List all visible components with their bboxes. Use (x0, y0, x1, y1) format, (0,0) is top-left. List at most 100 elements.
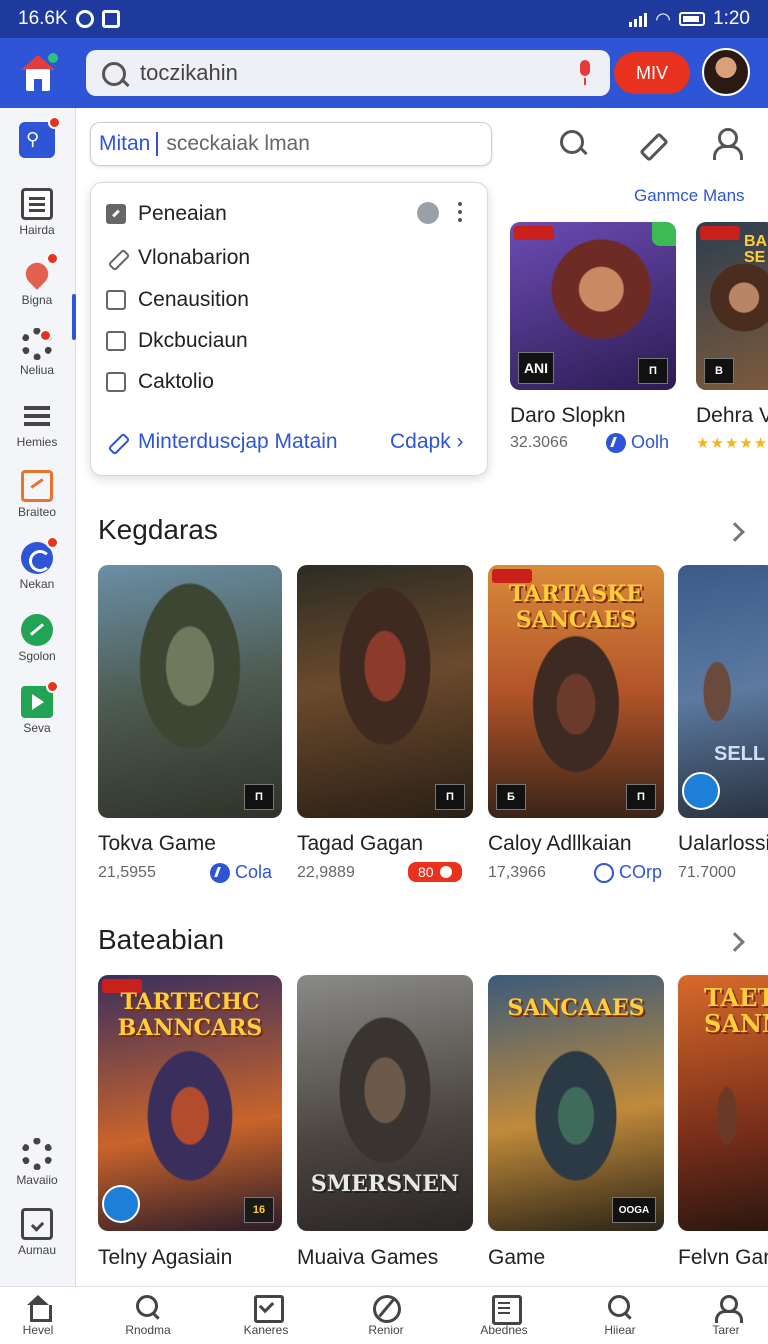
sidebar-item-braiteo[interactable]: Braiteo (0, 470, 74, 519)
card-meta: 22,9889 (297, 864, 355, 881)
rating-logo: Б (496, 784, 526, 810)
nav-item-hiiear[interactable]: Hiiear (580, 1295, 660, 1337)
signal-icon (629, 11, 648, 27)
checkbox-icon[interactable] (106, 331, 126, 351)
bottom-navigation: Hevel Rnodma Kaneres Renior Abednes Hiie… (0, 1286, 768, 1344)
sidebar-item-bigna[interactable]: Bigna (0, 252, 74, 307)
card-title[interactable]: Tokva Game (98, 832, 216, 856)
dropdown-footer-link[interactable]: Minterduscjap Matain (106, 430, 338, 454)
checkbox-icon[interactable] (106, 372, 126, 392)
search-bar[interactable]: toczikahin (86, 50, 610, 96)
dropdown-option[interactable]: Dkcbuciaun (106, 329, 248, 353)
dropdown-globe-icon[interactable] (417, 202, 439, 224)
publisher-badge (514, 226, 554, 240)
nav-item-renior[interactable]: Renior (346, 1295, 426, 1337)
card-title[interactable]: Game (488, 1246, 545, 1270)
card-art-title: TAET SANN (704, 983, 768, 1038)
card-title[interactable]: Muaiva Games (297, 1246, 438, 1270)
featured-card-image[interactable]: BA SE Β (696, 222, 768, 390)
card-meta: 32.3066 (510, 434, 568, 451)
dropdown-option[interactable]: Peneaian (106, 202, 227, 226)
document-icon (21, 188, 53, 220)
nav-item-label: Hiiear (604, 1323, 636, 1337)
sidebar-item-aumau[interactable]: Aumau (0, 1208, 74, 1257)
card-title[interactable]: Daro Slopkn (510, 404, 626, 428)
game-card-image[interactable]: SANCAAES OOGA (488, 975, 664, 1231)
checkbox-checked-icon[interactable] (106, 204, 126, 224)
tag-icon (106, 431, 128, 453)
featured-card-image[interactable]: ANI Π (510, 222, 676, 390)
card-art-title: SELL (714, 743, 766, 765)
home-logo-icon[interactable] (14, 49, 62, 97)
avatar[interactable] (702, 48, 750, 96)
checkbox-icon[interactable] (106, 290, 126, 310)
toolbar-pen-icon[interactable] (634, 128, 664, 158)
sidebar-item-label: Neliua (19, 363, 55, 377)
card-title[interactable]: Caloy Adllkaian (488, 832, 632, 856)
dropdown-more-link[interactable]: Cdapk › (390, 430, 464, 454)
nav-item-rnodma[interactable]: Rnodma (108, 1295, 188, 1337)
game-card-image[interactable]: TARTASKE SANCAES Б Π (488, 565, 664, 818)
card-title[interactable]: Ualarlossi (678, 832, 768, 856)
sidebar-item-sgolon[interactable]: Sgolon (0, 614, 74, 663)
status-time: 1:20 (713, 8, 750, 29)
card-art-title: SMERSNEN (310, 1171, 460, 1197)
list-icon (21, 400, 53, 432)
mic-icon[interactable] (574, 58, 596, 88)
price-badge[interactable]: 80 (408, 862, 462, 882)
game-card-image[interactable]: SMERSNEN (297, 975, 473, 1231)
refresh-icon (21, 536, 59, 574)
tag-icon (106, 248, 126, 268)
card-art-title: BA SE (744, 233, 767, 266)
dropdown-option[interactable]: Cenausition (106, 288, 249, 312)
card-publisher-label: Cola (235, 862, 273, 882)
sidebar-item-nekan[interactable]: Nekan (0, 536, 74, 591)
publisher-icon (606, 432, 626, 453)
card-title[interactable]: Telny Agasiain (98, 1246, 232, 1270)
nav-item-abednes[interactable]: Abednes (464, 1295, 544, 1337)
rating-logo: Π (244, 784, 274, 810)
sidebar-item-link[interactable]: ⚲ (0, 116, 74, 158)
nav-item-tarer[interactable]: Tarer (686, 1295, 766, 1337)
sidebar-item-mavaiio[interactable]: Mavaiio (0, 1138, 74, 1187)
card-title[interactable]: Tagad Gagan (297, 832, 423, 856)
nav-item-label: Kaneres (243, 1323, 289, 1337)
pin-icon (21, 252, 59, 290)
status-left-text: 16.6K (18, 8, 68, 29)
check-icon (252, 1295, 284, 1323)
game-card-image[interactable]: Π (98, 565, 282, 818)
toolbar-user-icon[interactable] (710, 126, 743, 160)
nav-item-kaneres[interactable]: Kaneres (226, 1295, 306, 1337)
nav-item-label: Abednes (480, 1323, 528, 1337)
dropdown-option[interactable]: Caktolio (106, 370, 214, 394)
nav-item-hevel[interactable]: Hevel (0, 1295, 78, 1337)
game-card-image[interactable]: TARTECHC BANNCARS 16 (98, 975, 282, 1231)
toolbar-search-icon[interactable] (558, 128, 588, 158)
sidebar-item-neliua[interactable]: Neliua (0, 328, 74, 377)
dropdown-option[interactable]: Vlonabarion (106, 246, 250, 270)
app-header: toczikahin MIV (0, 38, 768, 108)
game-card-image[interactable]: TAET SANN (678, 975, 768, 1231)
dropdown-option-label: Cenausition (138, 288, 249, 311)
filter-selected-text: Mitan (99, 132, 159, 156)
header-action-button[interactable]: MIV (614, 52, 690, 94)
search-input[interactable]: toczikahin (140, 60, 574, 86)
filter-input[interactable]: Mitan sceckaiak lman (90, 122, 492, 166)
featured-link[interactable]: Ganmce Mans (634, 186, 745, 206)
publisher-round-logo (682, 772, 720, 810)
card-title[interactable]: Felvn Gan (678, 1246, 768, 1270)
card-publisher-tag: Cola (210, 862, 272, 883)
sidebar-item-label: Sgolon (18, 649, 56, 663)
sidebar-item-seva[interactable]: Seva (0, 680, 74, 735)
game-card-image[interactable]: Π (297, 565, 473, 818)
sidebar-item-hairda[interactable]: Hairda (0, 188, 74, 237)
publisher-badge (700, 226, 740, 240)
publisher-icon (210, 862, 230, 883)
chevron-right-icon[interactable] (725, 522, 745, 542)
game-card-image[interactable]: SELL (678, 565, 768, 818)
card-publisher-tag: COrp (594, 862, 662, 883)
kebab-menu-icon[interactable] (458, 202, 462, 222)
card-title[interactable]: Dehra V (696, 404, 768, 428)
sidebar-item-hemies[interactable]: Hemies (0, 400, 74, 449)
chevron-right-icon[interactable] (725, 932, 745, 952)
